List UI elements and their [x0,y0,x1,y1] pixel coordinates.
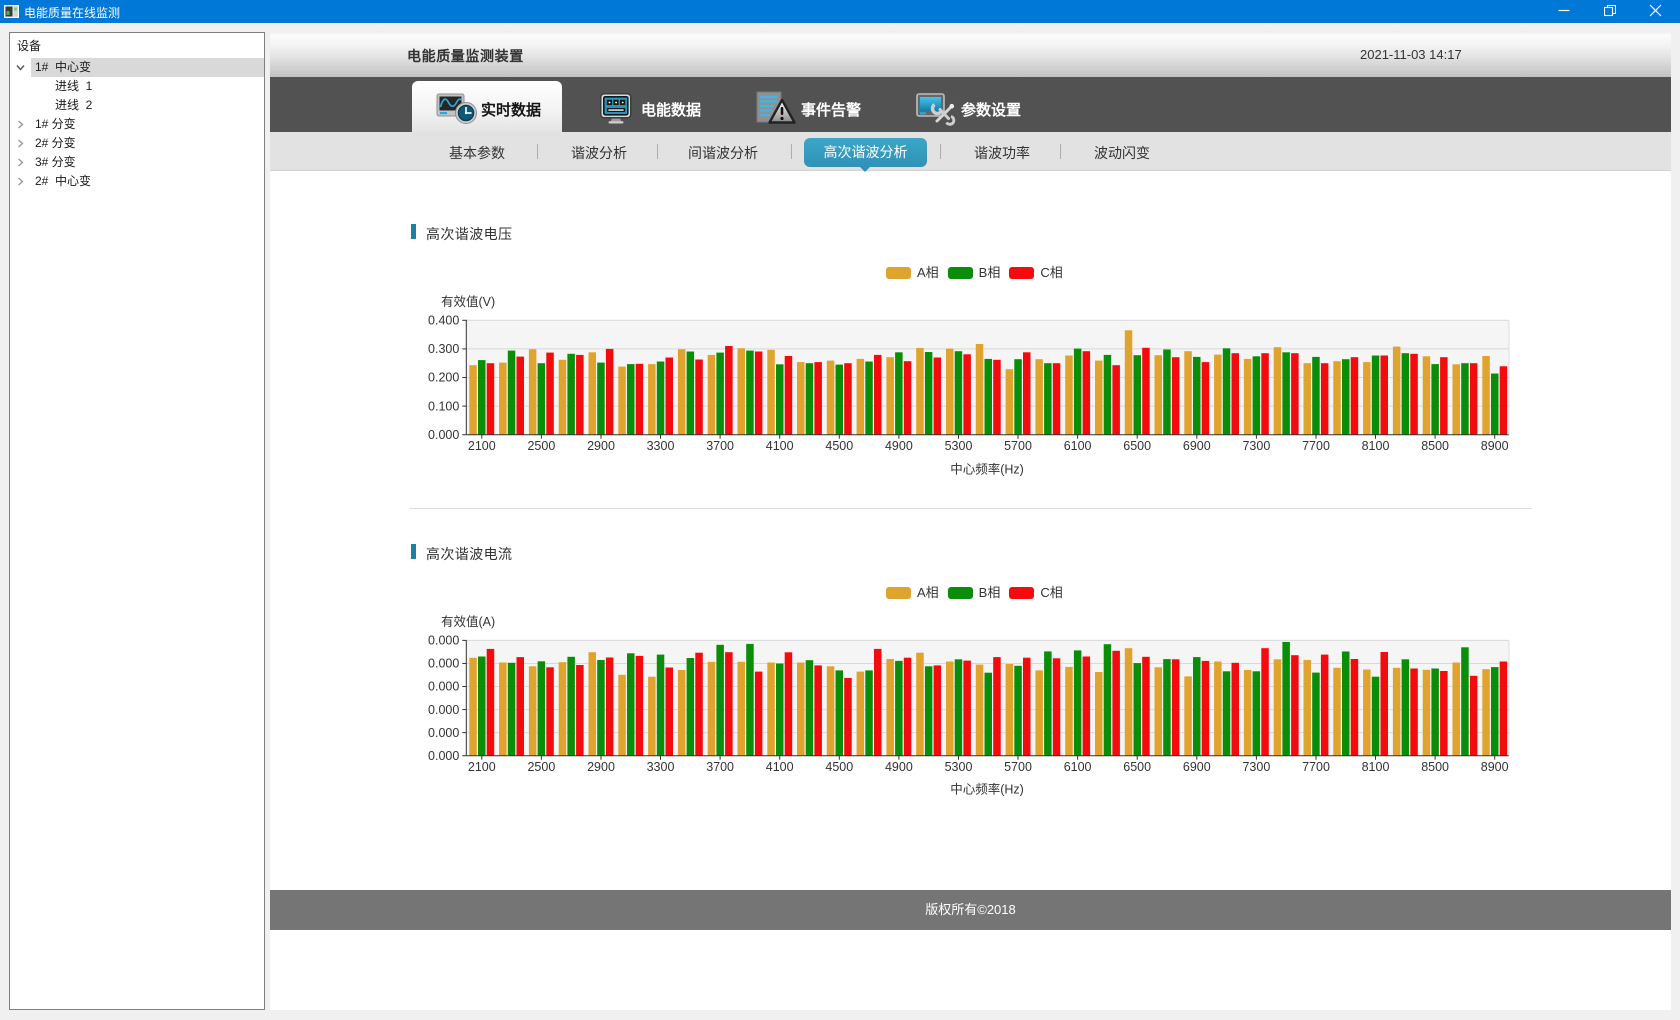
svg-text:6100: 6100 [1064,439,1092,453]
svg-text:8500: 8500 [1421,439,1449,453]
svg-text:0.000: 0.000 [428,657,459,671]
svg-text:8100: 8100 [1362,760,1390,774]
svg-text:3300: 3300 [647,439,675,453]
svg-text:7300: 7300 [1242,760,1270,774]
svg-text:0.000: 0.000 [428,749,459,763]
svg-text:0.000: 0.000 [428,680,459,694]
svg-text:8900: 8900 [1481,760,1509,774]
svg-text:4500: 4500 [825,439,853,453]
svg-text:中心频率(Hz): 中心频率(Hz) [950,462,1024,477]
svg-text:7700: 7700 [1302,439,1330,453]
svg-text:0.100: 0.100 [428,399,459,413]
svg-text:0.000: 0.000 [428,428,459,442]
svg-text:4100: 4100 [766,760,794,774]
svg-text:3700: 3700 [706,760,734,774]
svg-text:2100: 2100 [468,439,496,453]
svg-text:8500: 8500 [1421,760,1449,774]
svg-text:2500: 2500 [527,760,555,774]
svg-text:4500: 4500 [825,760,853,774]
svg-text:6900: 6900 [1183,439,1211,453]
svg-text:0.000: 0.000 [428,726,459,740]
svg-text:中心频率(Hz): 中心频率(Hz) [950,782,1024,797]
svg-text:5700: 5700 [1004,439,1032,453]
svg-text:0.000: 0.000 [428,634,459,648]
svg-text:3700: 3700 [706,439,734,453]
svg-text:3300: 3300 [647,760,675,774]
svg-text:0.400: 0.400 [428,314,459,328]
svg-text:8100: 8100 [1362,439,1390,453]
svg-text:7300: 7300 [1242,439,1270,453]
svg-text:0.200: 0.200 [428,371,459,385]
svg-text:2500: 2500 [527,439,555,453]
svg-text:8900: 8900 [1481,439,1509,453]
svg-text:7700: 7700 [1302,760,1330,774]
svg-text:6500: 6500 [1123,760,1151,774]
svg-text:6900: 6900 [1183,760,1211,774]
svg-text:4900: 4900 [885,439,913,453]
svg-text:5300: 5300 [945,439,973,453]
svg-text:4900: 4900 [885,760,913,774]
svg-text:4100: 4100 [766,439,794,453]
svg-text:2900: 2900 [587,760,615,774]
svg-text:5300: 5300 [945,760,973,774]
svg-text:0.300: 0.300 [428,342,459,356]
svg-text:5700: 5700 [1004,760,1032,774]
svg-text:0.000: 0.000 [428,703,459,717]
svg-text:2900: 2900 [587,439,615,453]
svg-text:2100: 2100 [468,760,496,774]
svg-text:6100: 6100 [1064,760,1092,774]
svg-text:6500: 6500 [1123,439,1151,453]
